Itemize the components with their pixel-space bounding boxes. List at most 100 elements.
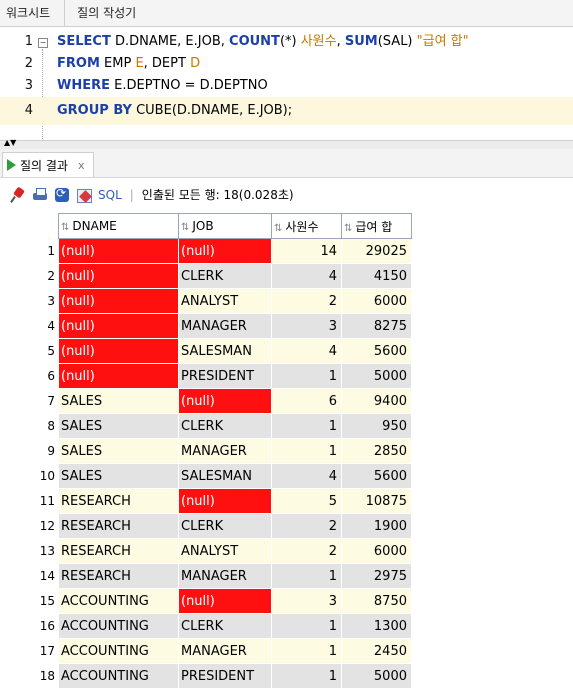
sql-button[interactable]: SQL: [98, 188, 122, 202]
cell-job[interactable]: (null): [178, 588, 272, 614]
cell-dname[interactable]: RESEARCH: [58, 513, 179, 539]
cell-dname[interactable]: RESEARCH: [58, 488, 179, 514]
fold-toggle-icon[interactable]: −: [38, 38, 48, 48]
cell-dname[interactable]: SALES: [58, 438, 179, 464]
cell-job[interactable]: MANAGER: [178, 563, 272, 589]
cell-salary-sum[interactable]: 5000: [341, 663, 412, 689]
cell-dname[interactable]: SALES: [58, 388, 179, 414]
table-row[interactable]: 5 (null) SALESMAN 4 5600: [0, 338, 412, 364]
cell-dname[interactable]: RESEARCH: [58, 563, 179, 589]
cell-employee-count[interactable]: 14: [271, 238, 342, 264]
cell-dname[interactable]: ACCOUNTING: [58, 638, 179, 664]
result-grid[interactable]: ⇅ DNAME ⇅ JOB ⇅ 사원수 ⇅ 급여 합 1 (null) (null) 14 29…: [0, 213, 573, 689]
close-icon[interactable]: x: [78, 159, 85, 172]
cell-employee-count[interactable]: 4: [271, 338, 342, 364]
cell-employee-count[interactable]: 1: [271, 363, 342, 389]
column-header-job[interactable]: ⇅ JOB: [178, 213, 272, 239]
cell-salary-sum[interactable]: 2975: [341, 563, 412, 589]
cell-salary-sum[interactable]: 6000: [341, 538, 412, 564]
table-row[interactable]: 8 SALES CLERK 1 950: [0, 413, 412, 439]
cell-dname[interactable]: (null): [58, 288, 179, 314]
cell-dname[interactable]: SALES: [58, 463, 179, 489]
tab-query-result[interactable]: 질의 결과 x: [2, 152, 94, 177]
table-row[interactable]: 18 ACCOUNTING PRESIDENT 1 5000: [0, 663, 412, 689]
cell-salary-sum[interactable]: 10875: [341, 488, 412, 514]
tab-query-builder[interactable]: 질의 작성기: [64, 0, 150, 26]
cell-salary-sum[interactable]: 9400: [341, 388, 412, 414]
cell-salary-sum[interactable]: 950: [341, 413, 412, 439]
cell-dname[interactable]: ACCOUNTING: [58, 663, 179, 689]
cell-job[interactable]: ANALYST: [178, 288, 272, 314]
cell-employee-count[interactable]: 1: [271, 663, 342, 689]
sort-icon[interactable]: ⇅: [344, 223, 352, 234]
pin-icon[interactable]: [10, 187, 26, 203]
sort-icon[interactable]: ⇅: [61, 222, 69, 233]
cell-job[interactable]: CLERK: [178, 263, 272, 289]
cell-employee-count[interactable]: 2: [271, 538, 342, 564]
cell-job[interactable]: MANAGER: [178, 438, 272, 464]
table-row[interactable]: 1 (null) (null) 14 29025: [0, 238, 412, 264]
cell-employee-count[interactable]: 6: [271, 388, 342, 414]
cell-employee-count[interactable]: 3: [271, 313, 342, 339]
table-row[interactable]: 14 RESEARCH MANAGER 1 2975: [0, 563, 412, 589]
cell-salary-sum[interactable]: 5600: [341, 338, 412, 364]
cell-employee-count[interactable]: 1: [271, 438, 342, 464]
cell-dname[interactable]: RESEARCH: [58, 538, 179, 564]
table-row[interactable]: 2 (null) CLERK 4 4150: [0, 263, 412, 289]
cell-dname[interactable]: (null): [58, 363, 179, 389]
cell-salary-sum[interactable]: 6000: [341, 288, 412, 314]
print-icon[interactable]: [32, 187, 48, 203]
cell-dname[interactable]: (null): [58, 313, 179, 339]
cell-employee-count[interactable]: 1: [271, 613, 342, 639]
cell-employee-count[interactable]: 5: [271, 488, 342, 514]
cell-employee-count[interactable]: 1: [271, 638, 342, 664]
table-row[interactable]: 9 SALES MANAGER 1 2850: [0, 438, 412, 464]
table-row[interactable]: 7 SALES (null) 6 9400: [0, 388, 412, 414]
cell-dname[interactable]: (null): [58, 263, 179, 289]
table-row[interactable]: 6 (null) PRESIDENT 1 5000: [0, 363, 412, 389]
cell-job[interactable]: (null): [178, 238, 272, 264]
table-row[interactable]: 3 (null) ANALYST 2 6000: [0, 288, 412, 314]
table-row[interactable]: 16 ACCOUNTING CLERK 1 1300: [0, 613, 412, 639]
code-line-1[interactable]: 1 − SELECT D.DNAME, E.JOB, COUNT(*) 사원수,…: [0, 31, 573, 53]
column-header-dname[interactable]: ⇅ DNAME: [58, 213, 179, 239]
table-row[interactable]: 15 ACCOUNTING (null) 3 8750: [0, 588, 412, 614]
table-row[interactable]: 13 RESEARCH ANALYST 2 6000: [0, 538, 412, 564]
code-line-3[interactable]: 3 WHERE E.DEPTNO = D.DEPTNO: [0, 75, 573, 97]
cell-salary-sum[interactable]: 2850: [341, 438, 412, 464]
code-line-4[interactable]: 4 GROUP BY CUBE(D.DNAME, E.JOB);: [0, 97, 573, 125]
cell-employee-count[interactable]: 1: [271, 413, 342, 439]
cell-employee-count[interactable]: 2: [271, 288, 342, 314]
cell-salary-sum[interactable]: 2450: [341, 638, 412, 664]
table-row[interactable]: 11 RESEARCH (null) 5 10875: [0, 488, 412, 514]
cell-job[interactable]: PRESIDENT: [178, 363, 272, 389]
cell-salary-sum[interactable]: 5600: [341, 463, 412, 489]
cell-job[interactable]: SALESMAN: [178, 463, 272, 489]
cell-job[interactable]: CLERK: [178, 613, 272, 639]
cell-employee-count[interactable]: 4: [271, 263, 342, 289]
table-row[interactable]: 12 RESEARCH CLERK 2 1900: [0, 513, 412, 539]
cell-salary-sum[interactable]: 4150: [341, 263, 412, 289]
code-line-2[interactable]: 2 FROM EMP E, DEPT D: [0, 53, 573, 75]
cell-dname[interactable]: SALES: [58, 413, 179, 439]
cell-dname[interactable]: (null): [58, 238, 179, 264]
column-header-salary-sum[interactable]: ⇅ 급여 합: [341, 213, 412, 239]
cell-employee-count[interactable]: 4: [271, 463, 342, 489]
sort-icon[interactable]: ⇅: [274, 223, 282, 234]
cell-salary-sum[interactable]: 1300: [341, 613, 412, 639]
refresh-icon[interactable]: [54, 186, 70, 203]
cell-employee-count[interactable]: 3: [271, 588, 342, 614]
cell-salary-sum[interactable]: 29025: [341, 238, 412, 264]
cell-job[interactable]: (null): [178, 488, 272, 514]
cell-job[interactable]: SALESMAN: [178, 338, 272, 364]
cell-salary-sum[interactable]: 8750: [341, 588, 412, 614]
sort-icon[interactable]: ⇅: [181, 222, 189, 233]
cell-salary-sum[interactable]: 8275: [341, 313, 412, 339]
sql-editor[interactable]: 1 − SELECT D.DNAME, E.JOB, COUNT(*) 사원수,…: [0, 27, 573, 140]
table-row[interactable]: 10 SALES SALESMAN 4 5600: [0, 463, 412, 489]
cell-dname[interactable]: ACCOUNTING: [58, 613, 179, 639]
cell-salary-sum[interactable]: 1900: [341, 513, 412, 539]
cell-job[interactable]: PRESIDENT: [178, 663, 272, 689]
tab-worksheet[interactable]: 워크시트: [0, 0, 64, 26]
cell-job[interactable]: CLERK: [178, 513, 272, 539]
